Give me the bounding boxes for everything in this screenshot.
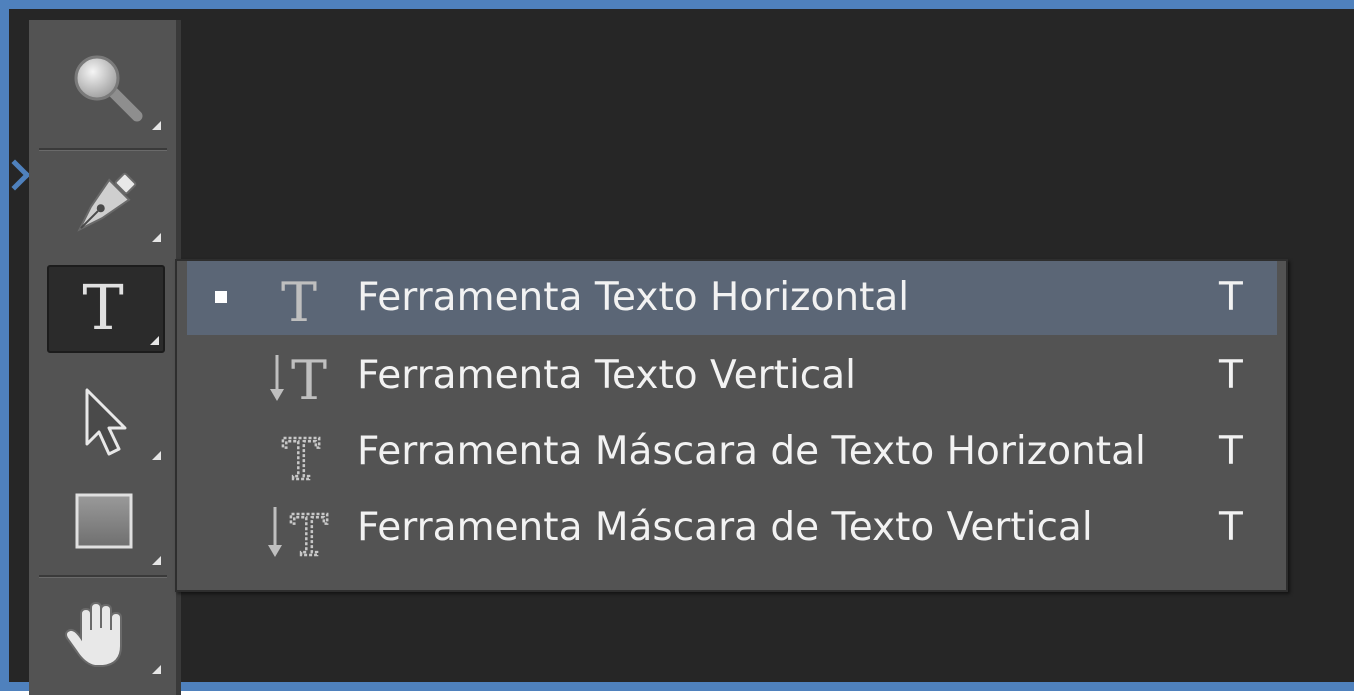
menu-item-shortcut: T bbox=[1219, 275, 1243, 320]
zoom-tool-button[interactable] bbox=[47, 48, 165, 136]
submenu-indicator bbox=[152, 451, 161, 460]
menu-item-vertical-type-mask[interactable]: T Ferramenta Máscara de Texto Vertical T bbox=[187, 491, 1277, 565]
pen-tool-button[interactable] bbox=[47, 160, 165, 248]
rectangle-tool-button[interactable] bbox=[47, 483, 165, 571]
submenu-indicator bbox=[152, 556, 161, 565]
pen-nib-icon bbox=[77, 172, 137, 232]
submenu-indicator bbox=[152, 665, 161, 674]
hand-icon bbox=[65, 601, 122, 667]
selected-bullet-icon bbox=[215, 291, 227, 303]
svg-text:T: T bbox=[282, 428, 319, 487]
menu-item-horizontal-type-mask[interactable]: T Ferramenta Máscara de Texto Horizontal… bbox=[187, 415, 1277, 489]
svg-text:T: T bbox=[82, 271, 123, 344]
menu-item-horizontal-type[interactable]: T Ferramenta Texto Horizontal T bbox=[187, 261, 1277, 335]
tool-separator bbox=[39, 148, 167, 151]
type-t-icon: T bbox=[82, 271, 123, 344]
menu-item-shortcut: T bbox=[1219, 429, 1243, 474]
path-selection-tool-button[interactable] bbox=[47, 378, 165, 466]
menu-item-label: Ferramenta Texto Vertical bbox=[357, 353, 856, 398]
menu-item-shortcut: T bbox=[1219, 505, 1243, 550]
tools-panel: T bbox=[29, 20, 181, 695]
hand-tool-button[interactable] bbox=[47, 592, 165, 680]
menu-item-shortcut: T bbox=[1219, 353, 1243, 398]
submenu-indicator bbox=[152, 121, 161, 130]
rectangle-icon bbox=[75, 493, 133, 549]
menu-item-label: Ferramenta Máscara de Texto Vertical bbox=[357, 505, 1093, 550]
menu-item-vertical-type[interactable]: T Ferramenta Texto Vertical T bbox=[187, 339, 1277, 413]
arrow-cursor-icon bbox=[85, 388, 127, 456]
vertical-type-mask-icon: T bbox=[268, 503, 329, 563]
screenshot-frame: T T Ferramenta Texto Horizontal T T Ferr… bbox=[0, 0, 1354, 695]
tool-separator bbox=[39, 575, 167, 578]
vertical-type-icon: T bbox=[270, 349, 327, 407]
magnifier-icon bbox=[74, 55, 143, 122]
horizontal-type-mask-icon: T bbox=[281, 427, 321, 487]
svg-text:T: T bbox=[281, 271, 317, 329]
svg-text:T: T bbox=[291, 349, 327, 407]
type-tool-button[interactable]: T bbox=[47, 265, 165, 353]
menu-item-label: Ferramenta Máscara de Texto Horizontal bbox=[357, 429, 1146, 474]
submenu-indicator bbox=[150, 336, 159, 345]
horizontal-type-icon: T bbox=[281, 271, 317, 329]
menu-item-label: Ferramenta Texto Horizontal bbox=[357, 275, 910, 320]
svg-text:T: T bbox=[290, 504, 327, 563]
type-tools-flyout-menu: T Ferramenta Texto Horizontal T T Ferram… bbox=[175, 259, 1288, 592]
submenu-indicator bbox=[152, 233, 161, 242]
